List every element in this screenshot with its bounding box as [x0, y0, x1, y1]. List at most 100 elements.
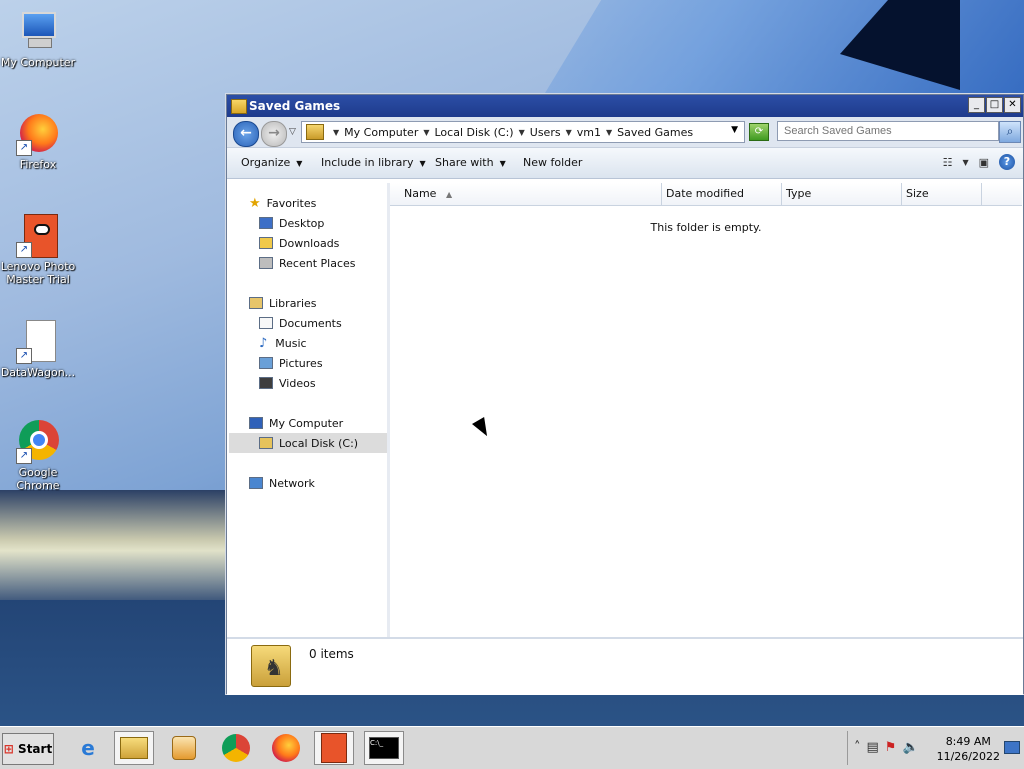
shortcut-arrow-icon: ↗ — [16, 348, 32, 364]
shortcut-arrow-icon: ↗ — [16, 242, 32, 258]
network-status-icon[interactable]: ▤ — [867, 740, 879, 755]
shortcut-arrow-icon: ↗ — [16, 448, 32, 464]
documents-icon — [259, 317, 273, 329]
nav-network[interactable]: Network — [229, 473, 405, 493]
column-name[interactable]: Name ▲ — [390, 183, 662, 205]
firefox-icon: ↗ — [16, 112, 60, 156]
computer-icon — [16, 10, 60, 54]
star-icon: ★ — [249, 195, 261, 211]
network-icon — [249, 477, 263, 489]
folder-icon — [231, 99, 247, 114]
chevron-right-icon[interactable]: ▼ — [423, 128, 429, 137]
document-icon: ↗ — [16, 320, 60, 364]
refresh-icon[interactable]: ⟳ — [749, 123, 769, 141]
windows-logo-icon: ⊞ — [3, 742, 14, 756]
desktop-icon-lenovo-photo-master[interactable]: ↗ Lenovo Photo Master Trial — [0, 214, 76, 286]
sort-ascending-icon: ▲ — [445, 190, 453, 199]
navigation-pane: ★ Favorites Desktop Downloads Recent Plac… — [229, 183, 415, 637]
column-date-modified[interactable]: Date modified — [662, 183, 782, 205]
chevron-down-icon: ▼ — [499, 159, 506, 168]
chevron-down-icon: ▼ — [296, 159, 303, 168]
taskbar-internet-explorer-icon[interactable]: e — [68, 731, 108, 765]
command-bar: Organize ▼ Include in library ▼ Share with… — [227, 148, 1023, 179]
pictures-icon — [259, 357, 273, 369]
videos-icon — [259, 377, 273, 389]
recent-pages-dropdown-icon[interactable]: ▽ — [289, 127, 296, 137]
shortcut-arrow-icon: ↗ — [16, 140, 32, 156]
preview-pane-icon[interactable]: ▣ — [979, 156, 989, 169]
chevron-right-icon[interactable]: ▼ — [566, 128, 572, 137]
search-input[interactable] — [777, 121, 999, 141]
taskbar: ⊞ Start e C:\_ ˄ ▤ ⚑ 🔈 8:49 AM 11/26/202… — [0, 726, 1024, 769]
chevron-right-icon[interactable]: ▼ — [333, 128, 339, 137]
desktop-icon — [259, 217, 273, 229]
downloads-icon — [259, 237, 273, 249]
address-dropdown-icon[interactable]: ▼ — [731, 125, 738, 135]
taskbar-media-player-icon[interactable] — [164, 731, 204, 765]
maximize-button[interactable]: □ — [986, 97, 1003, 113]
explorer-window: Saved Games _ □ ✕ ← → ▽ ▼ My Computer ▼ … — [226, 94, 1024, 695]
computer-icon — [249, 417, 263, 429]
back-button[interactable]: ← — [233, 121, 259, 147]
wallpaper-shape — [0, 490, 230, 600]
item-count: 0 items — [309, 647, 354, 661]
desktop-icon-datawagon[interactable]: ↗ DataWagon... — [0, 320, 76, 379]
libraries-icon — [249, 297, 263, 309]
change-view-icon[interactable]: ☷ — [943, 156, 953, 169]
include-in-library-menu[interactable]: Include in library ▼ — [321, 156, 426, 169]
volume-icon[interactable]: 🔈 — [902, 740, 918, 755]
show-desktop-icon[interactable] — [1004, 741, 1020, 754]
folder-icon — [306, 124, 324, 140]
address-bar[interactable]: ▼ My Computer ▼ Local Disk (C:) ▼ Users … — [301, 121, 745, 143]
breadcrumb: ▼ My Computer ▼ Local Disk (C:) ▼ Users … — [328, 126, 693, 139]
minimize-button[interactable]: _ — [968, 97, 985, 113]
desktop-icon-google-chrome[interactable]: ↗ Google Chrome — [0, 420, 76, 492]
show-hidden-icons-icon[interactable]: ˄ — [854, 740, 861, 755]
taskbar-chrome-icon[interactable] — [216, 731, 256, 765]
details-pane: 0 items — [227, 637, 1023, 695]
nav-libraries[interactable]: Libraries — [229, 293, 405, 313]
lenovo-photo-master-icon: ↗ — [16, 214, 60, 258]
breadcrumb-my-computer[interactable]: My Computer — [344, 126, 418, 139]
chevron-down-icon[interactable]: ▼ — [962, 158, 968, 167]
clock[interactable]: 8:49 AM 11/26/2022 — [937, 734, 1000, 764]
action-center-icon[interactable]: ⚑ — [885, 740, 897, 755]
breadcrumb-saved-games[interactable]: Saved Games — [617, 126, 693, 139]
start-button[interactable]: ⊞ Start — [2, 733, 54, 765]
column-headers: Name ▲ Date modified Type Size — [390, 183, 1022, 206]
breadcrumb-vm1[interactable]: vm1 — [577, 126, 601, 139]
file-list: Name ▲ Date modified Type Size This fold… — [390, 183, 1022, 637]
column-type[interactable]: Type — [782, 183, 902, 205]
forward-button[interactable]: → — [261, 121, 287, 147]
drive-icon — [259, 437, 273, 449]
nav-my-computer[interactable]: My Computer — [229, 413, 405, 433]
empty-folder-message: This folder is empty. — [650, 221, 762, 234]
help-icon[interactable]: ? — [999, 154, 1015, 170]
chevron-right-icon[interactable]: ▼ — [519, 128, 525, 137]
share-with-menu[interactable]: Share with ▼ — [435, 156, 506, 169]
search-icon[interactable]: ⌕ — [999, 121, 1021, 143]
breadcrumb-local-disk[interactable]: Local Disk (C:) — [435, 126, 514, 139]
desktop-icon-firefox[interactable]: ↗ Firefox — [0, 112, 76, 171]
new-folder-button[interactable]: New folder — [523, 156, 582, 169]
taskbar-command-prompt-icon[interactable]: C:\_ — [364, 731, 404, 765]
chevron-down-icon: ▼ — [419, 159, 426, 168]
chrome-icon: ↗ — [16, 420, 60, 464]
clock-date: 11/26/2022 — [936, 750, 1000, 763]
desktop-icon-my-computer[interactable]: My Computer — [0, 10, 76, 69]
saved-games-folder-icon — [251, 645, 291, 687]
chevron-right-icon[interactable]: ▼ — [606, 128, 612, 137]
system-tray: ˄ ▤ ⚑ 🔈 8:49 AM 11/26/2022 — [847, 731, 1024, 765]
title-bar[interactable]: Saved Games _ □ ✕ — [227, 95, 1023, 117]
clock-time: 8:49 AM — [945, 735, 991, 748]
column-size[interactable]: Size — [902, 183, 982, 205]
taskbar-lenovo-photo-master-icon[interactable] — [314, 731, 354, 765]
organize-menu[interactable]: Organize ▼ — [241, 156, 302, 169]
recent-places-icon — [259, 257, 273, 269]
taskbar-firefox-icon[interactable] — [266, 731, 306, 765]
close-button[interactable]: ✕ — [1004, 97, 1021, 113]
taskbar-explorer-icon[interactable] — [114, 731, 154, 765]
music-icon: ♪ — [259, 335, 268, 351]
breadcrumb-users[interactable]: Users — [530, 126, 561, 139]
nav-favorites[interactable]: ★ Favorites — [229, 193, 405, 213]
